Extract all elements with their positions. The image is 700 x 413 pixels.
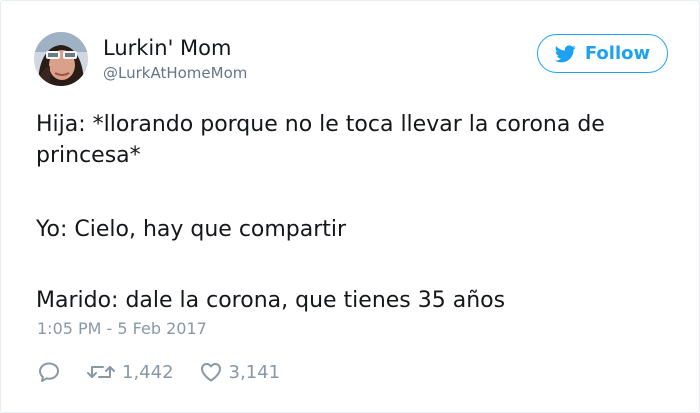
like-button[interactable]: 3,141 bbox=[199, 360, 281, 384]
tweet-text-line: Hija: *llorando porque no le toca llevar… bbox=[36, 112, 605, 137]
tweet-text-line: princesa* bbox=[36, 143, 141, 168]
reply-button[interactable] bbox=[37, 360, 61, 384]
follow-button-label: Follow bbox=[584, 43, 651, 64]
author-display-name[interactable]: Lurkin' Mom bbox=[103, 35, 231, 61]
author-handle[interactable]: @LurkAtHomeMom bbox=[103, 63, 247, 83]
like-count: 3,141 bbox=[228, 361, 281, 383]
reply-icon bbox=[39, 362, 59, 382]
avatar[interactable] bbox=[34, 32, 88, 86]
tweet-text-line: Marido: dale la corona, que tienes 35 añ… bbox=[36, 288, 506, 313]
retweet-button[interactable]: 1,442 bbox=[86, 360, 174, 384]
avatar-image bbox=[34, 32, 88, 86]
twitter-bird-icon bbox=[554, 44, 576, 62]
heart-icon bbox=[200, 363, 221, 382]
follow-button[interactable]: Follow bbox=[537, 34, 668, 73]
tweet-text-line: Yo: Cielo, hay que compartir bbox=[36, 217, 347, 242]
tweet-card: Lurkin' Mom @LurkAtHomeMom Follow Hija: … bbox=[0, 0, 700, 413]
retweet-icon bbox=[87, 366, 115, 378]
tweet-timestamp[interactable]: 1:05 PM - 5 Feb 2017 bbox=[37, 318, 207, 340]
retweet-count: 1,442 bbox=[122, 361, 174, 383]
tweet-actions: 1,442 3,141 bbox=[37, 359, 280, 385]
